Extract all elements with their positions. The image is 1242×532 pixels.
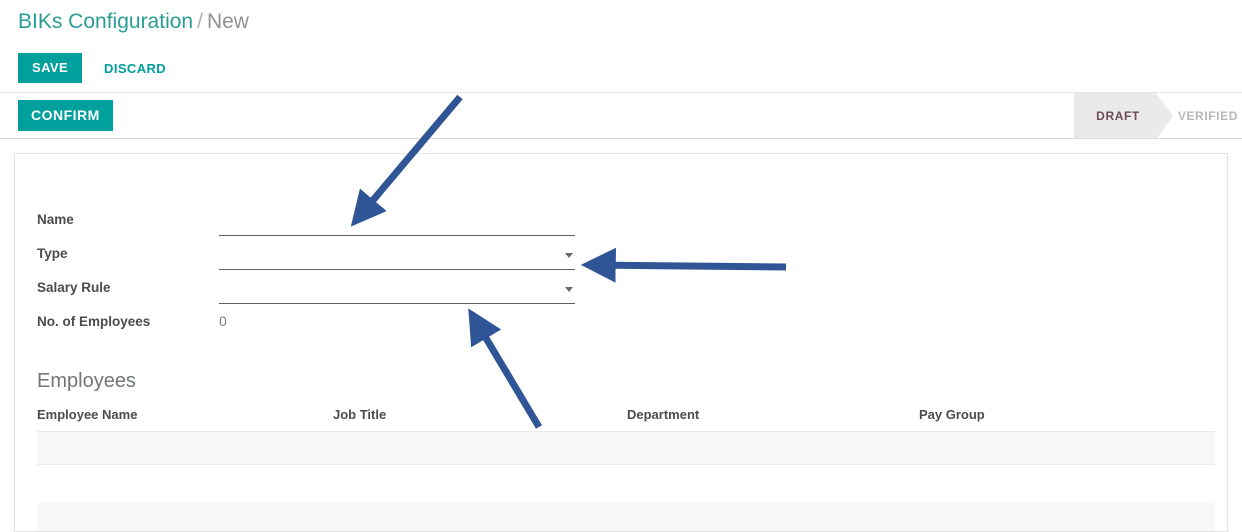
table-cell bbox=[627, 464, 919, 503]
column-header-job-title[interactable]: Job Title bbox=[333, 403, 627, 432]
table-row[interactable] bbox=[37, 503, 1215, 531]
breadcrumb: BIKs Configuration / New bbox=[18, 10, 1242, 34]
chevron-down-icon[interactable] bbox=[565, 253, 573, 258]
no-of-employees-value: 0 bbox=[219, 313, 227, 329]
save-button[interactable]: SAVE bbox=[18, 53, 83, 83]
column-header-employee-name[interactable]: Employee Name bbox=[37, 403, 333, 432]
table-cell bbox=[919, 503, 1215, 531]
sheet-container: Name Type Salary Rule No. of Employees 0… bbox=[0, 139, 1242, 532]
table-cell bbox=[919, 464, 1215, 503]
table-row[interactable] bbox=[37, 431, 1215, 465]
name-input[interactable] bbox=[219, 210, 575, 236]
column-header-department[interactable]: Department bbox=[627, 403, 919, 432]
breadcrumb-separator: / bbox=[197, 10, 203, 33]
main-form: Name Type Salary Rule No. of Employees 0 bbox=[37, 202, 1227, 338]
employees-table: Employee Name Job Title Department Pay G… bbox=[37, 403, 1215, 531]
breadcrumb-current: New bbox=[206, 10, 249, 33]
field-salary-rule-cell bbox=[219, 270, 575, 304]
table-cell bbox=[333, 503, 627, 531]
status-state-draft-label: DRAFT bbox=[1096, 108, 1140, 123]
label-no-of-employees: No. of Employees bbox=[37, 313, 151, 329]
table-cell bbox=[627, 503, 919, 531]
confirm-button[interactable]: CONFIRM bbox=[18, 100, 113, 131]
table-cell bbox=[37, 464, 333, 503]
status-bar: CONFIRM DRAFT VERIFIED bbox=[0, 92, 1242, 140]
table-cell bbox=[919, 431, 1215, 465]
form-sheet: Name Type Salary Rule No. of Employees 0… bbox=[14, 153, 1228, 532]
action-toolbar: SAVE DISCARD bbox=[0, 44, 1242, 92]
table-cell bbox=[37, 431, 333, 465]
table-row-spacer bbox=[37, 464, 1215, 503]
employees-section-title: Employees bbox=[37, 370, 136, 392]
status-state-draft[interactable]: DRAFT bbox=[1074, 93, 1173, 140]
table-header-row: Employee Name Job Title Department Pay G… bbox=[37, 403, 1215, 432]
status-state-verified-label: VERIFIED bbox=[1177, 108, 1238, 123]
field-name-cell bbox=[219, 202, 575, 236]
label-salary-rule: Salary Rule bbox=[37, 279, 111, 295]
field-type-cell bbox=[219, 236, 575, 270]
statusbar-states: DRAFT VERIFIED bbox=[1074, 93, 1242, 140]
breadcrumb-root-link[interactable]: BIKs Configuration bbox=[18, 10, 193, 33]
table-cell bbox=[627, 431, 919, 465]
column-header-pay-group[interactable]: Pay Group bbox=[919, 403, 1215, 432]
employees-table-body bbox=[37, 431, 1215, 531]
chevron-down-icon[interactable] bbox=[565, 287, 573, 292]
table-cell bbox=[333, 464, 627, 503]
salary-rule-select[interactable] bbox=[219, 278, 575, 304]
type-select[interactable] bbox=[219, 244, 575, 270]
discard-button[interactable]: DISCARD bbox=[100, 53, 170, 84]
label-type: Type bbox=[37, 245, 68, 261]
breadcrumb-bar: BIKs Configuration / New bbox=[0, 0, 1242, 44]
table-cell bbox=[333, 431, 627, 465]
table-cell bbox=[37, 503, 333, 531]
label-name: Name bbox=[37, 211, 74, 227]
